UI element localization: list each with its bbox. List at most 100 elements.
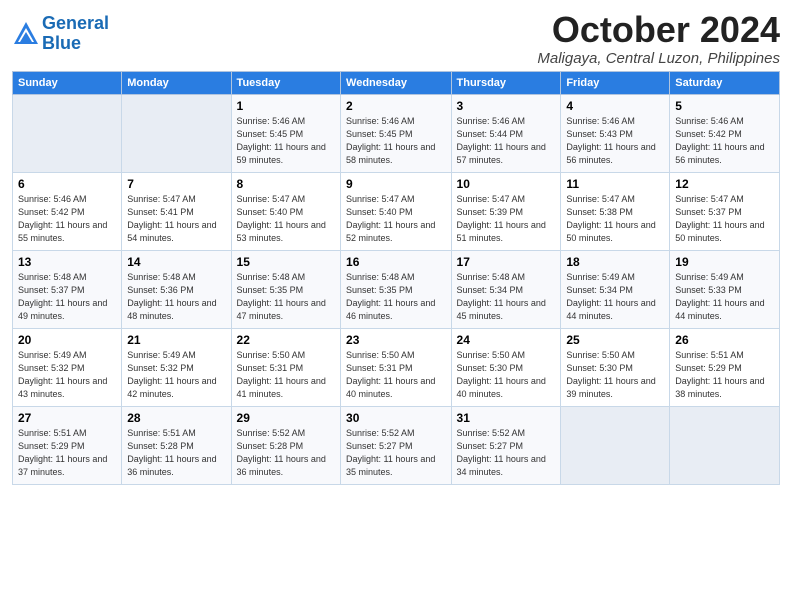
day-info: Sunrise: 5:48 AMSunset: 5:37 PMDaylight:… [18, 271, 116, 323]
day-info: Sunrise: 5:47 AMSunset: 5:39 PMDaylight:… [457, 193, 556, 245]
day-info-line: Sunrise: 5:51 AM [675, 349, 774, 362]
day-info-line: Sunrise: 5:49 AM [675, 271, 774, 284]
week-row-3: 13Sunrise: 5:48 AMSunset: 5:37 PMDayligh… [13, 250, 780, 328]
day-info-line: Sunset: 5:31 PM [237, 362, 335, 375]
day-info-line: Sunset: 5:41 PM [127, 206, 225, 219]
col-header-tuesday: Tuesday [231, 71, 340, 94]
day-cell: 10Sunrise: 5:47 AMSunset: 5:39 PMDayligh… [451, 172, 561, 250]
day-info-line: Sunset: 5:38 PM [566, 206, 664, 219]
day-info: Sunrise: 5:48 AMSunset: 5:35 PMDaylight:… [237, 271, 335, 323]
day-info-line: Sunset: 5:37 PM [18, 284, 116, 297]
day-info: Sunrise: 5:48 AMSunset: 5:35 PMDaylight:… [346, 271, 446, 323]
day-info-line: Sunset: 5:45 PM [237, 128, 335, 141]
day-number: 11 [566, 177, 664, 191]
day-cell: 20Sunrise: 5:49 AMSunset: 5:32 PMDayligh… [13, 328, 122, 406]
day-number: 24 [457, 333, 556, 347]
day-info: Sunrise: 5:49 AMSunset: 5:32 PMDaylight:… [18, 349, 116, 401]
day-number: 25 [566, 333, 664, 347]
day-cell: 15Sunrise: 5:48 AMSunset: 5:35 PMDayligh… [231, 250, 340, 328]
day-number: 5 [675, 99, 774, 113]
day-info-line: Sunrise: 5:48 AM [127, 271, 225, 284]
day-info-line: Sunrise: 5:52 AM [457, 427, 556, 440]
day-cell: 6Sunrise: 5:46 AMSunset: 5:42 PMDaylight… [13, 172, 122, 250]
day-info-line: Sunrise: 5:46 AM [566, 115, 664, 128]
day-info-line: Daylight: 11 hours and 56 minutes. [675, 141, 774, 167]
day-info-line: Daylight: 11 hours and 40 minutes. [346, 375, 446, 401]
day-info-line: Daylight: 11 hours and 59 minutes. [237, 141, 335, 167]
col-header-sunday: Sunday [13, 71, 122, 94]
day-info-line: Daylight: 11 hours and 50 minutes. [675, 219, 774, 245]
day-info-line: Daylight: 11 hours and 49 minutes. [18, 297, 116, 323]
day-cell: 23Sunrise: 5:50 AMSunset: 5:31 PMDayligh… [341, 328, 452, 406]
day-info-line: Daylight: 11 hours and 38 minutes. [675, 375, 774, 401]
day-info-line: Daylight: 11 hours and 46 minutes. [346, 297, 446, 323]
day-info: Sunrise: 5:50 AMSunset: 5:31 PMDaylight:… [237, 349, 335, 401]
day-number: 28 [127, 411, 225, 425]
day-cell: 5Sunrise: 5:46 AMSunset: 5:42 PMDaylight… [670, 94, 780, 172]
day-number: 26 [675, 333, 774, 347]
day-cell: 30Sunrise: 5:52 AMSunset: 5:27 PMDayligh… [341, 406, 452, 484]
day-info-line: Daylight: 11 hours and 40 minutes. [457, 375, 556, 401]
day-info-line: Sunrise: 5:51 AM [18, 427, 116, 440]
page-container: General Blue October 2024 Maligaya, Cent… [0, 0, 792, 493]
day-info: Sunrise: 5:47 AMSunset: 5:38 PMDaylight:… [566, 193, 664, 245]
day-info: Sunrise: 5:46 AMSunset: 5:42 PMDaylight:… [18, 193, 116, 245]
day-info-line: Sunrise: 5:48 AM [237, 271, 335, 284]
day-info-line: Sunset: 5:33 PM [675, 284, 774, 297]
day-info: Sunrise: 5:49 AMSunset: 5:33 PMDaylight:… [675, 271, 774, 323]
day-cell: 13Sunrise: 5:48 AMSunset: 5:37 PMDayligh… [13, 250, 122, 328]
day-number: 8 [237, 177, 335, 191]
day-cell: 29Sunrise: 5:52 AMSunset: 5:28 PMDayligh… [231, 406, 340, 484]
day-number: 7 [127, 177, 225, 191]
day-cell: 9Sunrise: 5:47 AMSunset: 5:40 PMDaylight… [341, 172, 452, 250]
header-row: SundayMondayTuesdayWednesdayThursdayFrid… [13, 71, 780, 94]
day-cell: 16Sunrise: 5:48 AMSunset: 5:35 PMDayligh… [341, 250, 452, 328]
day-info-line: Sunset: 5:42 PM [675, 128, 774, 141]
day-info-line: Daylight: 11 hours and 52 minutes. [346, 219, 446, 245]
day-info-line: Sunrise: 5:50 AM [457, 349, 556, 362]
day-info-line: Daylight: 11 hours and 54 minutes. [127, 219, 225, 245]
day-cell: 31Sunrise: 5:52 AMSunset: 5:27 PMDayligh… [451, 406, 561, 484]
day-info-line: Sunset: 5:40 PM [346, 206, 446, 219]
day-info-line: Daylight: 11 hours and 57 minutes. [457, 141, 556, 167]
day-cell: 2Sunrise: 5:46 AMSunset: 5:45 PMDaylight… [341, 94, 452, 172]
day-info: Sunrise: 5:46 AMSunset: 5:45 PMDaylight:… [237, 115, 335, 167]
day-info: Sunrise: 5:47 AMSunset: 5:37 PMDaylight:… [675, 193, 774, 245]
day-info-line: Sunrise: 5:51 AM [127, 427, 225, 440]
day-info-line: Sunrise: 5:46 AM [237, 115, 335, 128]
day-info-line: Daylight: 11 hours and 39 minutes. [566, 375, 664, 401]
day-info: Sunrise: 5:46 AMSunset: 5:43 PMDaylight:… [566, 115, 664, 167]
day-number: 23 [346, 333, 446, 347]
week-row-2: 6Sunrise: 5:46 AMSunset: 5:42 PMDaylight… [13, 172, 780, 250]
day-cell: 24 Sunrise: 5:50 AMSunset: 5:30 PMDayligh… [451, 328, 561, 406]
day-number: 4 [566, 99, 664, 113]
day-info-line: Daylight: 11 hours and 43 minutes. [18, 375, 116, 401]
day-info-line: Daylight: 11 hours and 41 minutes. [237, 375, 335, 401]
day-info-line: Sunrise: 5:47 AM [457, 193, 556, 206]
day-cell [670, 406, 780, 484]
day-cell: 12Sunrise: 5:47 AMSunset: 5:37 PMDayligh… [670, 172, 780, 250]
day-info-line: Daylight: 11 hours and 34 minutes. [457, 453, 556, 479]
day-info: Sunrise: 5:51 AMSunset: 5:29 PMDaylight:… [675, 349, 774, 401]
week-row-4: 20Sunrise: 5:49 AMSunset: 5:32 PMDayligh… [13, 328, 780, 406]
day-info-line: Sunset: 5:37 PM [675, 206, 774, 219]
month-title: October 2024 [537, 10, 780, 50]
day-cell: 22Sunrise: 5:50 AMSunset: 5:31 PMDayligh… [231, 328, 340, 406]
day-info-line: Sunset: 5:30 PM [457, 362, 556, 375]
day-info-line: Daylight: 11 hours and 35 minutes. [346, 453, 446, 479]
day-cell [122, 94, 231, 172]
day-info-line: Sunrise: 5:46 AM [18, 193, 116, 206]
day-info-line: Daylight: 11 hours and 51 minutes. [457, 219, 556, 245]
day-number: 1 [237, 99, 335, 113]
day-info-line: Sunset: 5:28 PM [127, 440, 225, 453]
day-info-line: Sunset: 5:31 PM [346, 362, 446, 375]
day-info-line: Sunset: 5:32 PM [127, 362, 225, 375]
day-cell: 1 Sunrise: 5:46 AMSunset: 5:45 PMDaylight… [231, 94, 340, 172]
day-cell: 14Sunrise: 5:48 AMSunset: 5:36 PMDayligh… [122, 250, 231, 328]
col-header-saturday: Saturday [670, 71, 780, 94]
day-info-line: Sunset: 5:35 PM [346, 284, 446, 297]
day-info-line: Daylight: 11 hours and 44 minutes. [566, 297, 664, 323]
day-info-line: Sunset: 5:40 PM [237, 206, 335, 219]
day-info-line: Daylight: 11 hours and 45 minutes. [457, 297, 556, 323]
week-row-5: 27Sunrise: 5:51 AMSunset: 5:29 PMDayligh… [13, 406, 780, 484]
